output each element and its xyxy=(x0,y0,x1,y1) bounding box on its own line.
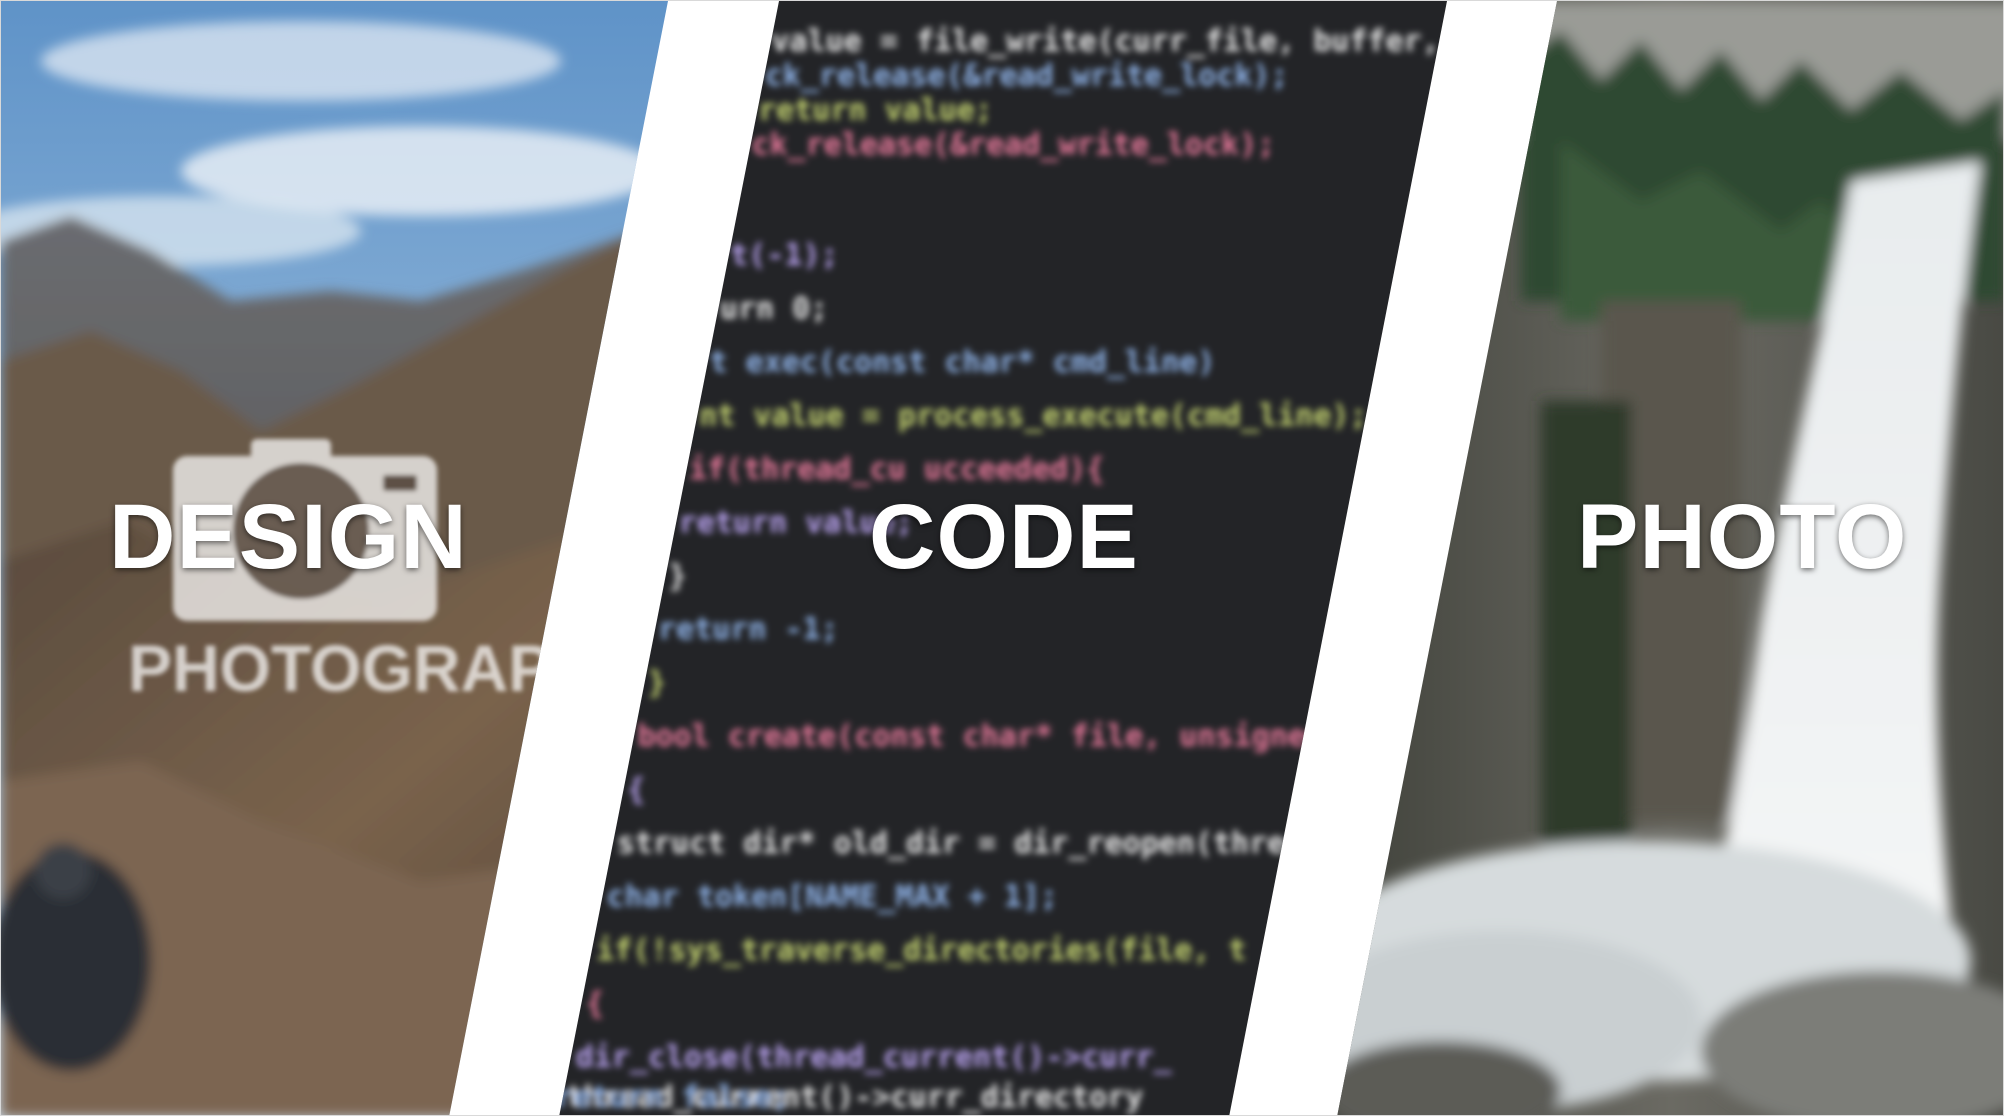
code-line: { xyxy=(627,773,645,808)
code-line: } xyxy=(648,666,666,701)
code-line: t(-1); xyxy=(730,238,838,273)
code-line: return -1; xyxy=(658,612,839,647)
code-line: return value; xyxy=(758,93,993,128)
code-line: struct dir* old_dir = dir_reopen(threa xyxy=(617,826,1303,861)
code-line: } xyxy=(668,559,686,594)
code-line: ck_release(&read_write_lock); xyxy=(765,59,1289,94)
code-line: { xyxy=(586,987,604,1022)
code-line: dir_close(thread_current()->curr_ xyxy=(576,1040,1173,1075)
code-line: ck_release(&read_write_lock); xyxy=(751,128,1275,163)
code-label: CODE xyxy=(869,486,1139,588)
photo-label: PHOTO xyxy=(1577,486,1908,588)
code-line: if(thread_cu ucceeded){ xyxy=(689,452,1104,487)
code-line: t exec(const char* cmd_line) xyxy=(710,345,1216,380)
code-line: bool create(const char* file, unsigned i… xyxy=(637,719,1378,754)
code-line: nt value = process_execute(cmd_line); xyxy=(699,398,1367,433)
code-line: return false; xyxy=(555,1080,790,1115)
code-line: urn 0; xyxy=(720,291,828,326)
three-panel-banner: PHOTOGRAPHY DESIGN value = file_write(cu… xyxy=(0,0,2004,1116)
design-label: DESIGN xyxy=(109,486,468,588)
code-line: value = file_write(curr_file, buffer, si xyxy=(771,24,1493,59)
logo-photography-text: PHOTOGRAPHY xyxy=(128,631,644,705)
code-line: char token[NAME_MAX + 1]; xyxy=(607,880,1059,915)
code-line: if(!sys_traverse_directories(file, t xyxy=(596,933,1246,968)
